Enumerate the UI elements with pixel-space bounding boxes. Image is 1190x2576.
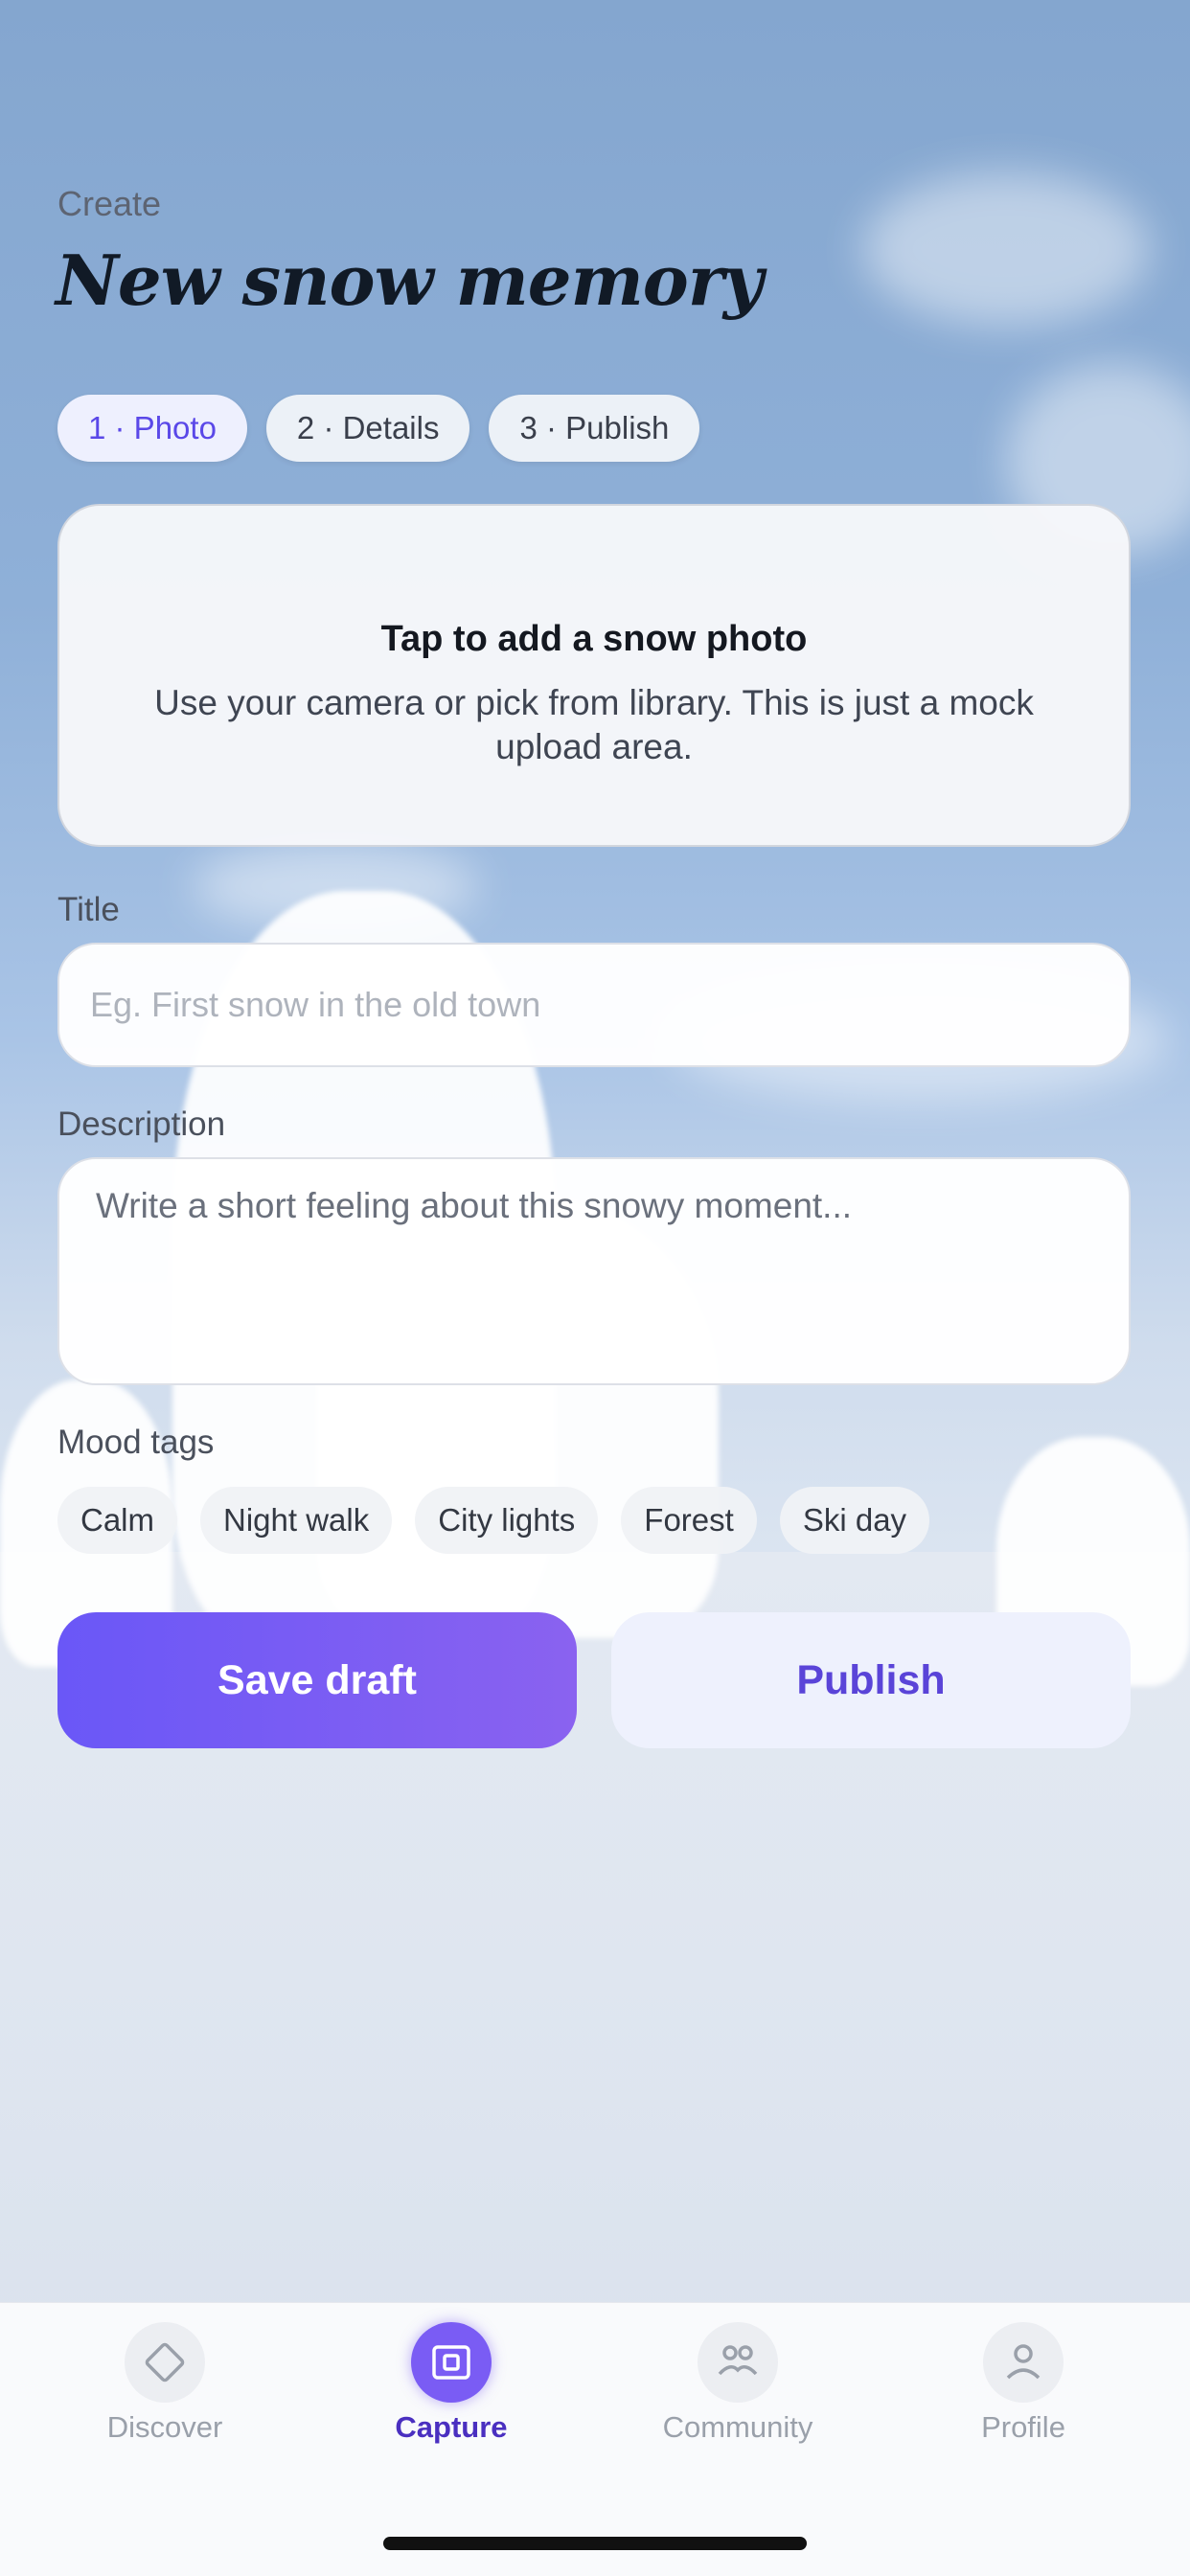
person-icon bbox=[983, 2322, 1064, 2403]
upload-description: Use your camera or pick from library. Th… bbox=[154, 683, 1034, 766]
mood-tags-label: Mood tags bbox=[57, 1424, 215, 1461]
cloud bbox=[862, 172, 1150, 326]
save-draft-button[interactable]: Save draft bbox=[57, 1612, 577, 1748]
title-input[interactable] bbox=[57, 943, 1131, 1067]
tab-community[interactable]: Community bbox=[594, 2322, 881, 2445]
tab-label: Discover bbox=[106, 2410, 223, 2444]
tab-label: Capture bbox=[395, 2410, 508, 2444]
page-eyebrow: Create bbox=[57, 184, 162, 223]
tab-bar: Discover Capture Community Profile bbox=[0, 2302, 1190, 2576]
step-details[interactable]: 2 · Details bbox=[265, 395, 470, 462]
description-input[interactable] bbox=[57, 1157, 1131, 1385]
community-icon bbox=[698, 2322, 778, 2403]
diamond-icon bbox=[125, 2322, 205, 2403]
upload-title: Tap to add a snow photo bbox=[380, 619, 808, 659]
page-title: New snow memory bbox=[56, 239, 764, 321]
tab-label: Profile bbox=[981, 2410, 1065, 2444]
mood-tag-forest[interactable]: Forest bbox=[621, 1487, 757, 1554]
title-label: Title bbox=[57, 891, 120, 928]
camera-frame-icon bbox=[411, 2322, 492, 2403]
mood-tag-city-lights[interactable]: City lights bbox=[415, 1487, 599, 1554]
mood-tag-ski-day[interactable]: Ski day bbox=[779, 1487, 930, 1554]
mood-tags: Calm Night walk City lights Forest Ski d… bbox=[57, 1487, 930, 1554]
step-publish[interactable]: 3 · Publish bbox=[489, 395, 700, 462]
tab-label: Community bbox=[662, 2410, 813, 2444]
tab-discover[interactable]: Discover bbox=[21, 2322, 309, 2445]
step-indicator: 1 · Photo 2 · Details 3 · Publish bbox=[57, 395, 700, 462]
publish-button[interactable]: Publish bbox=[611, 1612, 1131, 1748]
mood-tag-calm[interactable]: Calm bbox=[57, 1487, 178, 1554]
home-indicator bbox=[383, 2537, 807, 2550]
photo-upload-area[interactable]: Tap to add a snow photo Use your camera … bbox=[57, 504, 1131, 847]
tab-capture[interactable]: Capture bbox=[308, 2322, 595, 2445]
step-photo[interactable]: 1 · Photo bbox=[57, 395, 247, 462]
mood-tag-night-walk[interactable]: Night walk bbox=[200, 1487, 393, 1554]
description-label: Description bbox=[57, 1106, 226, 1143]
tab-profile[interactable]: Profile bbox=[880, 2322, 1167, 2445]
